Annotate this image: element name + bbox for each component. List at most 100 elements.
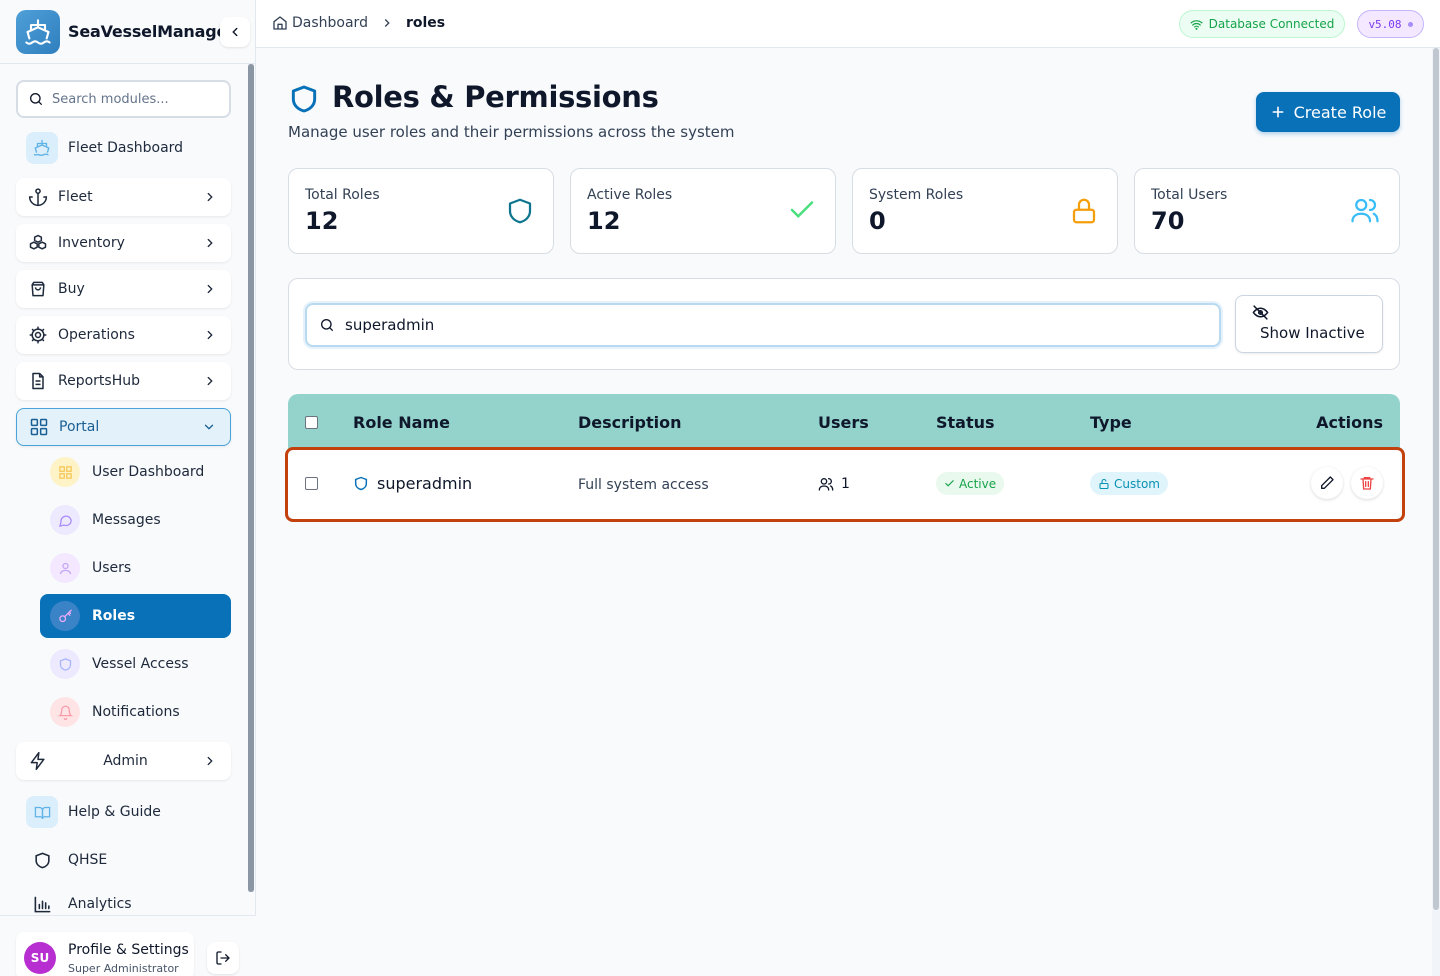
column-actions: Actions: [1316, 413, 1383, 432]
lightning-icon: [30, 751, 45, 771]
gear-icon: [29, 326, 47, 344]
topbar: Dashboard roles Database Connected v5.08: [256, 0, 1440, 48]
chat-icon: [50, 505, 80, 535]
role-search-input[interactable]: superadmin: [305, 303, 1221, 347]
anchor-icon: [28, 188, 48, 206]
stat-card-system-roles: System Roles 0: [852, 168, 1118, 254]
database-status-badge: Database Connected: [1179, 10, 1345, 38]
users-icon: [1349, 195, 1381, 229]
breadcrumb-current: roles: [405, 15, 446, 31]
user-icon: [50, 553, 80, 583]
trash-icon: [1360, 477, 1374, 490]
users-icon: [818, 476, 834, 496]
type-badge: Custom: [1090, 472, 1168, 495]
shopping-bag-icon: [31, 281, 45, 297]
pencil-icon: [1321, 476, 1334, 489]
brand: SeaVesselManager: [0, 0, 255, 64]
sidebar-item-vessel-access[interactable]: Vessel Access: [40, 642, 231, 686]
shield-icon: [353, 475, 369, 496]
check-icon: [945, 480, 954, 487]
role-description: Full system access: [578, 477, 709, 493]
check-icon: [787, 195, 817, 229]
breadcrumb: Dashboard roles: [272, 15, 445, 31]
chevron-right-icon: [207, 284, 213, 294]
search-value: superadmin: [345, 316, 435, 334]
show-inactive-button[interactable]: Show Inactive: [1235, 295, 1383, 353]
role-user-count: 1: [841, 476, 850, 492]
stat-card-active-roles: Active Roles 12: [570, 168, 836, 254]
stat-card-total-users: Total Users 70: [1134, 168, 1400, 254]
edit-role-button[interactable]: [1311, 467, 1343, 499]
profile-settings-button[interactable]: SU Profile & Settings Super Administrato…: [16, 932, 194, 976]
create-role-button[interactable]: Create Role: [1256, 92, 1400, 132]
wifi-icon: [1190, 19, 1203, 30]
column-description[interactable]: Description: [578, 413, 681, 432]
eye-off-icon: [1252, 304, 1269, 325]
breadcrumb-dashboard-link[interactable]: Dashboard: [292, 15, 368, 31]
sidebar-item-user-dashboard[interactable]: User Dashboard: [40, 450, 231, 494]
shield-icon: [50, 649, 80, 679]
filter-bar: superadmin Show Inactive: [288, 278, 1400, 370]
search-icon: [30, 93, 42, 105]
chevron-left-icon: [232, 27, 238, 37]
logout-button[interactable]: [207, 942, 239, 974]
row-checkbox[interactable]: [305, 477, 318, 490]
sidebar-item-portal[interactable]: Portal: [16, 408, 231, 446]
lock-icon: [1069, 195, 1099, 231]
home-icon: [273, 16, 287, 30]
ship-logo-icon: [16, 9, 60, 54]
status-badge: Active: [936, 472, 1005, 495]
sidebar-item-roles[interactable]: Roles: [40, 594, 231, 638]
plus-icon: [1272, 106, 1284, 118]
module-search-input[interactable]: Search modules...: [16, 80, 231, 118]
sidebar-item-inventory[interactable]: Inventory: [16, 224, 231, 262]
logout-icon: [216, 951, 230, 965]
column-users[interactable]: Users: [818, 413, 869, 432]
page-title: Roles & Permissions: [332, 80, 659, 114]
sidebar-item-help[interactable]: Help & Guide: [16, 792, 231, 832]
chevron-right-icon: [207, 376, 213, 386]
sidebar-item-fleet[interactable]: Fleet: [16, 178, 231, 216]
version-badge: v5.08: [1357, 10, 1424, 38]
column-role-name[interactable]: Role Name: [353, 413, 450, 432]
sidebar-item-notifications[interactable]: Notifications: [40, 690, 231, 734]
sidebar-item-messages[interactable]: Messages: [40, 498, 231, 542]
chevron-right-icon: [207, 756, 213, 766]
column-status[interactable]: Status: [936, 413, 995, 432]
file-icon: [32, 372, 44, 390]
column-type[interactable]: Type: [1090, 413, 1132, 432]
table-row[interactable]: superadmin Full system access 1 Active C…: [288, 450, 1400, 520]
boxes-icon: [29, 234, 47, 250]
page-subtitle: Manage user roles and their permissions …: [288, 123, 735, 141]
chevron-right-icon: [207, 192, 213, 202]
sidebar-item-admin[interactable]: Admin: [16, 742, 231, 780]
avatar: SU: [24, 942, 56, 974]
chevron-right-icon: [207, 238, 213, 248]
sidebar: SeaVesselManager Search modules... Fleet…: [0, 0, 256, 976]
role-name: superadmin: [377, 474, 473, 493]
sidebar-item-operations[interactable]: Operations: [16, 316, 231, 354]
grid-icon: [50, 457, 80, 487]
sidebar-item-qhse[interactable]: QHSE: [16, 840, 231, 880]
profile-role: Super Administrator: [68, 962, 179, 975]
bell-icon: [50, 697, 80, 727]
sidebar-item-fleet-dashboard[interactable]: Fleet Dashboard: [16, 128, 231, 168]
select-all-checkbox[interactable]: [305, 416, 318, 429]
sidebar-scrollbar[interactable]: [248, 64, 254, 892]
key-icon: [50, 601, 80, 631]
search-icon: [321, 319, 333, 331]
app-name: SeaVesselManager: [68, 22, 235, 41]
ship-icon: [26, 132, 58, 164]
shield-icon: [505, 195, 535, 231]
collapse-sidebar-button[interactable]: [220, 17, 250, 47]
stat-card-total-roles: Total Roles 12: [288, 168, 554, 254]
roles-table: Role Name Description Users Status Type …: [288, 394, 1400, 520]
sidebar-item-buy[interactable]: Buy: [16, 270, 231, 308]
shield-icon: [26, 844, 58, 876]
main-scrollbar[interactable]: [1432, 48, 1440, 976]
sidebar-item-reportshub[interactable]: ReportsHub: [16, 362, 231, 400]
profile-name: Profile & Settings: [68, 942, 189, 958]
delete-role-button[interactable]: [1351, 467, 1383, 499]
grid-icon: [30, 418, 48, 436]
sidebar-item-users[interactable]: Users: [40, 546, 231, 590]
